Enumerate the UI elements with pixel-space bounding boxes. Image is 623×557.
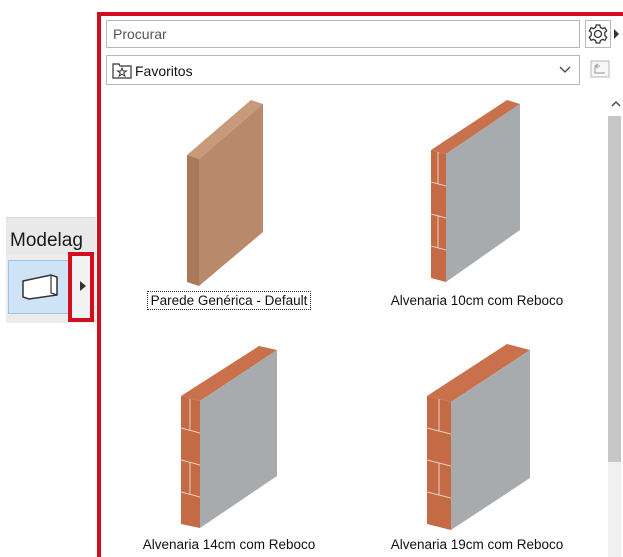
favorites-panel: Procurar Favoritos Parede Genérica - Def…: [97, 12, 623, 557]
expand-settings-button[interactable]: [68, 252, 94, 322]
folder-dropdown-label: Favoritos: [135, 63, 193, 79]
gear-icon: [588, 24, 608, 44]
wall-item-14cm[interactable]: Alvenaria 14cm com Reboco: [119, 344, 339, 557]
settings-menu-arrow-icon[interactable]: [614, 29, 619, 39]
wall-item-10cm[interactable]: Alvenaria 10cm com Reboco: [367, 100, 587, 330]
wall-item-label: Parede Genérica - Default: [119, 291, 339, 310]
brick-wall-thumbnail: [426, 344, 530, 530]
toolbox-tab-label: Modelag: [10, 230, 83, 251]
toolbox-tab[interactable]: Modelag: [6, 217, 96, 256]
wall-item-label: Alvenaria 19cm com Reboco: [390, 537, 564, 552]
search-input[interactable]: Procurar: [106, 20, 580, 48]
generic-wall-thumbnail: [187, 100, 263, 286]
expand-arrow-icon: [80, 281, 86, 291]
star-folder-icon: [112, 63, 132, 79]
wall-tool-button[interactable]: [8, 260, 72, 314]
brick-wall-thumbnail: [180, 346, 277, 528]
scroll-up-icon[interactable]: [609, 98, 623, 110]
wall-item-label: Alvenaria 14cm com Reboco: [142, 537, 316, 552]
wall-item-generic[interactable]: Parede Genérica - Default: [119, 100, 339, 330]
wall-tool-icon: [22, 274, 58, 300]
brick-wall-thumbnail: [430, 100, 520, 282]
wall-item-label: Alvenaria 10cm com Reboco: [390, 293, 564, 308]
folder-up-icon[interactable]: [589, 58, 611, 80]
settings-button[interactable]: [585, 20, 611, 48]
scrollbar-thumb[interactable]: [608, 116, 621, 462]
wall-item-19cm[interactable]: Alvenaria 19cm com Reboco: [367, 344, 587, 557]
chevron-down-icon: [559, 66, 571, 73]
folder-dropdown[interactable]: Favoritos: [106, 55, 580, 85]
